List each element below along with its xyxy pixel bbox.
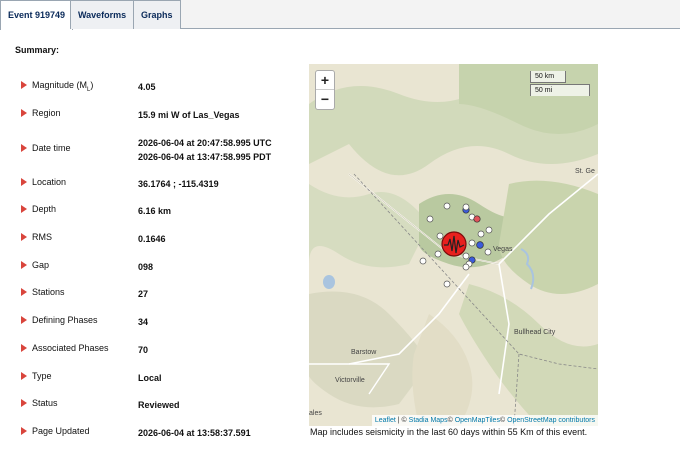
status-value: Reviewed (138, 400, 180, 410)
datetime-pdt-value: 2026-06-04 at 13:47:58.995 PDT (138, 152, 272, 162)
row-defining-phases: Defining Phases 34 (21, 315, 311, 329)
depth-value: 6.16 km (138, 206, 172, 216)
map-label-bullhead-city: Bullhead City (514, 329, 556, 336)
row-associated-phases: Associated Phases 70 (21, 343, 311, 357)
bullet-arrow-icon (21, 288, 27, 296)
tab-bar: Event 919749 Waveforms Graphs (0, 0, 680, 30)
bullet-arrow-icon (21, 109, 27, 117)
row-magnitude: Magnitude (ML) 4.05 (21, 80, 311, 94)
station-marker (426, 215, 434, 223)
row-location: Location 36.1764 ; -115.4319 (21, 177, 311, 191)
row-stations: Stations 27 (21, 287, 311, 301)
map-label-barstow: Barstow (351, 349, 377, 356)
row-region: Region 15.9 mi W of Las_Vegas (21, 108, 311, 122)
map-label-victorville: Victorville (335, 377, 365, 384)
associated-phases-label: Associated Phases (32, 343, 109, 353)
depth-label: Depth (32, 204, 57, 214)
region-value: 15.9 mi W of Las_Vegas (138, 110, 240, 120)
scale-mi: 50 mi (530, 84, 590, 96)
stadia-link[interactable]: Stadia Maps (409, 417, 448, 424)
leaflet-link[interactable]: Leaflet (375, 417, 396, 424)
bullet-arrow-icon (21, 399, 27, 407)
bullet-arrow-icon (21, 372, 27, 380)
station-marker (436, 232, 444, 240)
map-label-vegas: Vegas (493, 246, 513, 253)
type-label: Type (32, 371, 52, 381)
stations-label: Stations (32, 287, 65, 297)
station-marker (476, 241, 484, 249)
map-scale: 50 km 50 mi (530, 71, 590, 96)
station-marker (462, 263, 470, 271)
map-label-edge: ales (309, 410, 322, 417)
station-marker (443, 202, 451, 210)
bullet-arrow-icon (21, 178, 27, 186)
datetime-utc-value: 2026-06-04 at 20:47:58.995 UTC (138, 138, 272, 148)
rms-value: 0.1646 (138, 234, 166, 244)
page-updated-value: 2026-06-04 at 13:58:37.591 (138, 428, 251, 438)
tab-graphs[interactable]: Graphs (133, 0, 181, 29)
type-value: Local (138, 373, 162, 383)
station-marker (419, 257, 427, 265)
location-value: 36.1764 ; -115.4319 (138, 179, 219, 189)
row-status: Status Reviewed (21, 398, 311, 412)
openmaptiles-link[interactable]: OpenMapTiles (455, 417, 500, 424)
event-map[interactable]: Vegas St. Ge Bullhead City Barstow Victo… (309, 64, 598, 426)
event-epicenter-icon (441, 231, 467, 257)
row-page-updated: Page Updated 2026-06-04 at 13:58:37.591 (21, 426, 311, 440)
row-type: Type Local (21, 371, 311, 385)
station-marker (462, 203, 470, 211)
attribution-separator: © (499, 417, 508, 424)
station-marker (473, 215, 481, 223)
map-terrain (309, 64, 598, 426)
attribution-separator: © (447, 417, 455, 424)
zoom-out-button[interactable]: − (316, 90, 334, 109)
row-gap: Gap 098 (21, 260, 311, 274)
defining-phases-label: Defining Phases (32, 315, 98, 325)
datetime-label: Date time (32, 143, 71, 153)
tab-event[interactable]: Event 919749 (0, 0, 74, 30)
bullet-arrow-icon (21, 233, 27, 241)
region-label: Region (32, 108, 61, 118)
map-label-st-george: St. Ge (575, 168, 595, 175)
zoom-control: + − (315, 70, 335, 110)
bullet-arrow-icon (21, 344, 27, 352)
row-datetime: Date time 2026-06-04 at 20:47:58.995 UTC… (21, 138, 311, 171)
zoom-in-button[interactable]: + (316, 71, 334, 90)
map-attribution: Leaflet | © Stadia Maps© OpenMapTiles© O… (371, 415, 598, 426)
station-marker (485, 226, 493, 234)
tab-waveforms[interactable]: Waveforms (70, 0, 135, 29)
defining-phases-value: 34 (138, 317, 149, 327)
station-marker (443, 280, 451, 288)
page-updated-label: Page Updated (32, 426, 90, 436)
row-depth: Depth 6.16 km (21, 204, 311, 218)
gap-label: Gap (32, 260, 50, 270)
bullet-arrow-icon (21, 427, 27, 435)
stations-value: 27 (138, 289, 149, 299)
bullet-arrow-icon (21, 316, 27, 324)
status-label: Status (32, 398, 58, 408)
osm-link[interactable]: OpenStreetMap contributors (507, 417, 595, 424)
summary-title: Summary: (15, 45, 60, 55)
station-marker (468, 239, 476, 247)
magnitude-value: 4.05 (138, 82, 156, 92)
bullet-arrow-icon (21, 205, 27, 213)
gap-value: 098 (138, 262, 154, 272)
magnitude-label: Magnitude (ML) (32, 80, 94, 93)
location-label: Location (32, 177, 67, 187)
station-marker (462, 252, 470, 260)
station-marker (434, 250, 442, 258)
rms-label: RMS (32, 232, 52, 242)
row-rms: RMS 0.1646 (21, 232, 311, 246)
associated-phases-value: 70 (138, 345, 149, 355)
station-marker (477, 230, 485, 238)
map-caption: Map includes seismicity in the last 60 d… (310, 427, 588, 437)
scale-km: 50 km (530, 71, 566, 83)
bullet-arrow-icon (21, 144, 27, 152)
bullet-arrow-icon (21, 261, 27, 269)
attribution-separator: | © (395, 417, 409, 424)
station-marker (484, 248, 492, 256)
bullet-arrow-icon (21, 81, 27, 89)
